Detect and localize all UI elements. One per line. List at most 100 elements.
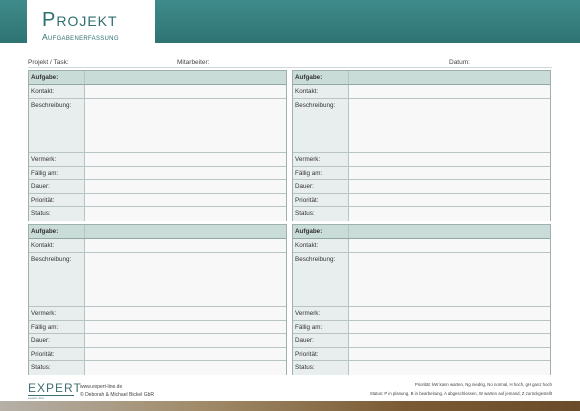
status-field[interactable] — [349, 361, 550, 375]
title-box: Projekt Aufgabenerfassung — [27, 0, 155, 43]
priority-row: Priorität: — [29, 193, 286, 207]
description-row: Beschreibung: — [293, 253, 550, 307]
duration-field[interactable] — [85, 334, 286, 347]
priority-legend: Priorität: kW kann warten, Ng niedrig, N… — [414, 382, 552, 387]
task-row: Aufgabe: — [293, 71, 550, 85]
description-row: Beschreibung: — [293, 99, 550, 153]
note-label: Vermerk: — [29, 153, 85, 166]
description-field[interactable] — [349, 253, 550, 306]
priority-label: Priorität: — [29, 193, 85, 206]
due-field[interactable] — [349, 320, 550, 333]
due-field[interactable] — [85, 166, 286, 179]
duration-label: Dauer: — [293, 180, 349, 193]
task-card: Aufgabe: Kontakt: Beschreibung: Vermerk:… — [292, 70, 551, 221]
expert-logo: EXPERT — [28, 381, 82, 395]
duration-field[interactable] — [85, 180, 286, 193]
task-field[interactable] — [85, 225, 286, 238]
description-row: Beschreibung: — [29, 99, 286, 153]
note-row: Vermerk: — [29, 153, 286, 167]
note-field[interactable] — [85, 153, 286, 166]
due-row: Fällig am: — [29, 166, 286, 180]
priority-label: Priorität: — [293, 193, 349, 206]
task-field[interactable] — [349, 225, 550, 238]
priority-label: Priorität: — [293, 347, 349, 360]
task-card: Aufgabe: Kontakt: Beschreibung: Vermerk:… — [292, 224, 551, 375]
priority-row: Priorität: — [29, 347, 286, 361]
description-field[interactable] — [349, 99, 550, 152]
priority-row: Priorität: — [293, 193, 550, 207]
duration-field[interactable] — [349, 334, 550, 347]
due-label: Fällig am: — [293, 166, 349, 179]
status-label: Status: — [29, 207, 85, 221]
contact-row: Kontakt: — [293, 239, 550, 253]
priority-row: Priorität: — [293, 347, 550, 361]
duration-row: Dauer: — [29, 180, 286, 194]
task-card: Aufgabe: Kontakt: Beschreibung: Vermerk:… — [28, 224, 287, 375]
task-row: Aufgabe: — [293, 225, 550, 239]
status-field[interactable] — [349, 207, 550, 221]
task-row: Aufgabe: — [29, 225, 286, 239]
description-field[interactable] — [85, 99, 286, 152]
task-field[interactable] — [349, 71, 550, 84]
duration-row: Dauer: — [293, 334, 550, 348]
priority-field[interactable] — [349, 193, 550, 206]
description-label: Beschreibung: — [293, 253, 349, 306]
status-row: Status: — [29, 207, 286, 221]
note-row: Vermerk: — [293, 307, 550, 321]
status-field[interactable] — [85, 207, 286, 221]
priority-field[interactable] — [349, 347, 550, 360]
priority-field[interactable] — [85, 347, 286, 360]
duration-row: Dauer: — [293, 180, 550, 194]
task-field[interactable] — [85, 71, 286, 84]
contact-label: Kontakt: — [293, 85, 349, 98]
due-field[interactable] — [85, 320, 286, 333]
website-link[interactable]: www.expert-line.de — [80, 384, 122, 390]
contact-label: Kontakt: — [293, 239, 349, 252]
status-legend: Status: P in planung, B in bearbeitung, … — [369, 391, 552, 396]
contact-label: Kontakt: — [29, 85, 85, 98]
status-row: Status: — [293, 207, 550, 221]
status-label: Status: — [293, 207, 349, 221]
note-label: Vermerk: — [293, 307, 349, 320]
note-field[interactable] — [349, 153, 550, 166]
note-field[interactable] — [349, 307, 550, 320]
date-label: Datum: — [449, 59, 470, 66]
note-row: Vermerk: — [29, 307, 286, 321]
task-label: Aufgabe: — [29, 71, 85, 84]
status-label: Status: — [293, 361, 349, 375]
meta-divider — [28, 67, 552, 68]
task-row: Aufgabe: — [29, 71, 286, 85]
duration-label: Dauer: — [293, 334, 349, 347]
status-row: Status: — [293, 361, 550, 375]
contact-row: Kontakt: — [29, 239, 286, 253]
task-label: Aufgabe: — [29, 225, 85, 238]
contact-field[interactable] — [85, 85, 286, 98]
contact-field[interactable] — [349, 85, 550, 98]
due-row: Fällig am: — [293, 166, 550, 180]
logo-subtext: expert-line — [28, 396, 45, 400]
duration-row: Dauer: — [29, 334, 286, 348]
note-field[interactable] — [85, 307, 286, 320]
status-row: Status: — [29, 361, 286, 375]
copyright-text: © Deborah & Michael Bickel GbR — [80, 392, 154, 398]
contact-row: Kontakt: — [293, 85, 550, 99]
note-row: Vermerk: — [293, 153, 550, 167]
task-card: Aufgabe: Kontakt: Beschreibung: Vermerk:… — [28, 70, 287, 221]
task-label: Aufgabe: — [293, 225, 349, 238]
status-label: Status: — [29, 361, 85, 375]
duration-field[interactable] — [349, 180, 550, 193]
due-row: Fällig am: — [293, 320, 550, 334]
contact-field[interactable] — [349, 239, 550, 252]
due-field[interactable] — [349, 166, 550, 179]
contact-field[interactable] — [85, 239, 286, 252]
description-field[interactable] — [85, 253, 286, 306]
priority-field[interactable] — [85, 193, 286, 206]
employee-label: Mitarbeiter: — [177, 59, 210, 66]
priority-label: Priorität: — [29, 347, 85, 360]
task-label: Aufgabe: — [293, 71, 349, 84]
description-row: Beschreibung: — [29, 253, 286, 307]
duration-label: Dauer: — [29, 180, 85, 193]
note-label: Vermerk: — [29, 307, 85, 320]
status-field[interactable] — [85, 361, 286, 375]
contact-label: Kontakt: — [29, 239, 85, 252]
